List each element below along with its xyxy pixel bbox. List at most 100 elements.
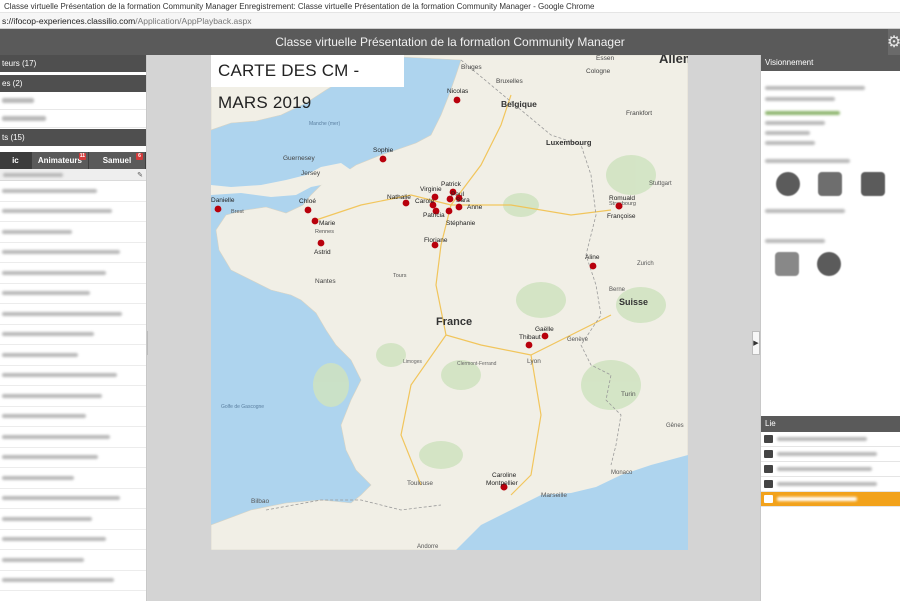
list-item[interactable] xyxy=(761,462,900,477)
tab-label: ic xyxy=(12,156,19,165)
forest-area xyxy=(581,360,641,410)
chat-tabs: ic Animateurs 11 Samuel 6 xyxy=(0,152,146,169)
forest-area xyxy=(419,441,463,469)
map-place-label: Brest xyxy=(231,209,244,215)
map-place-label: Bilbao xyxy=(251,498,269,505)
list-item-selected[interactable] xyxy=(761,492,900,507)
chat-message xyxy=(0,571,146,591)
list-item[interactable] xyxy=(0,92,146,110)
marker-label: Montpellier xyxy=(486,480,519,487)
section-header-animateurs[interactable]: es (2) xyxy=(0,75,146,92)
section-label: ts (15) xyxy=(2,133,25,142)
section-header-participants[interactable]: ts (15) xyxy=(0,129,146,146)
settings-gear-icon[interactable]: ⚙ xyxy=(887,29,900,55)
marker-label: Aline xyxy=(585,254,600,261)
chat-toolbar: ✎ xyxy=(0,169,146,181)
marker-dot xyxy=(311,217,319,225)
visionnement-header: Visionnement xyxy=(761,55,900,71)
tab-label: Samuel xyxy=(102,156,132,165)
map-place-label: Monaco xyxy=(611,470,633,476)
map-place-label: Lyon xyxy=(527,358,541,365)
session-title: Classe virtuelle Présentation de la form… xyxy=(275,35,625,49)
marker-label: Chloé xyxy=(299,198,316,205)
map-place-label: Stuttgart xyxy=(649,181,672,187)
marker-dot xyxy=(615,202,623,210)
list-item[interactable] xyxy=(0,110,146,128)
map-place-label: Belgique xyxy=(501,99,537,109)
tab-public[interactable]: ic xyxy=(0,152,32,169)
chat-message xyxy=(0,222,146,243)
tab-samuel[interactable]: Samuel 6 xyxy=(88,152,146,169)
marker-label: Romuald xyxy=(609,195,635,202)
map-place-label: Luxembourg xyxy=(546,138,592,147)
marker-label: Nicolas xyxy=(447,88,469,95)
address-bar[interactable]: s://ifocop-experiences.classilio.com/App… xyxy=(0,13,900,29)
marker-label: Carole xyxy=(415,198,435,205)
slide-view-icon[interactable] xyxy=(860,172,885,196)
map-place-label: Tours xyxy=(393,273,407,279)
collapse-right-handle[interactable]: ▶ xyxy=(752,331,760,355)
grid-view-icon[interactable] xyxy=(818,172,843,196)
marker-label: Sophie xyxy=(373,147,394,154)
map-place-label: Berne xyxy=(609,287,626,293)
camera-view-icon[interactable] xyxy=(776,172,801,196)
forest-area xyxy=(376,343,406,367)
window-titlebar: Classe virtuelle Présentation de la form… xyxy=(0,0,900,13)
marker-label: Nathalie xyxy=(387,194,411,201)
map-place-label: Limoges xyxy=(403,359,422,365)
chat-message xyxy=(0,181,146,202)
record-icon[interactable] xyxy=(817,252,841,276)
map-place-label: Cologne xyxy=(586,68,611,75)
section-header-participants[interactable]: teurs (17) xyxy=(0,55,146,72)
map-place-label: Manche (mer) xyxy=(309,121,340,127)
chat-message xyxy=(0,530,146,550)
forest-area xyxy=(313,363,349,407)
map-place-label: Andorre xyxy=(417,544,439,550)
list-item[interactable] xyxy=(761,447,900,462)
slide-title: CARTE DES CM - MARS 2019 xyxy=(211,55,404,112)
marker-label: Gaëlle xyxy=(535,326,554,333)
map-place-label: Golfe de Gascogne xyxy=(221,404,264,410)
list-header: Lie xyxy=(761,416,900,432)
chat-message xyxy=(0,550,146,571)
map-place-label: Nantes xyxy=(315,278,336,285)
chat-message xyxy=(0,489,146,509)
chat-message xyxy=(0,284,146,304)
unread-badge: 11 xyxy=(78,153,86,160)
visionnement-panel: Visionnement Lie xyxy=(760,55,900,601)
chat-message xyxy=(0,202,146,222)
marker-label: Virginie xyxy=(420,186,442,193)
list-item[interactable] xyxy=(761,477,900,492)
marker-dot xyxy=(304,206,312,214)
list-item[interactable] xyxy=(761,432,900,447)
map-place-label: Rennes xyxy=(315,229,334,235)
marker-label: Patrick xyxy=(441,181,462,188)
marker-dot xyxy=(445,207,453,215)
forest-area xyxy=(516,282,566,318)
tab-animateurs[interactable]: Animateurs 11 xyxy=(31,152,89,169)
app-header: Classe virtuelle Présentation de la form… xyxy=(0,29,900,55)
panel-title: Visionnement xyxy=(765,58,814,67)
map-place-label: Allem xyxy=(659,55,688,66)
slide-map: Allem Belgique Luxembourg Suisse Bruges Bruxe… xyxy=(211,55,688,550)
marker-label: Thibaut xyxy=(519,334,541,341)
unread-badge: 6 xyxy=(136,153,143,160)
url-path: /Application/AppPlayback.aspx xyxy=(135,16,252,26)
marker-label: Patricia xyxy=(423,212,445,219)
chat-message xyxy=(0,386,146,407)
marker-label: Astrid xyxy=(314,249,331,256)
attach-icon[interactable]: ✎ xyxy=(137,171,143,179)
marker-label: Sara xyxy=(456,197,470,204)
panel-title: Lie xyxy=(765,419,776,428)
france-map: Allem Belgique Luxembourg Suisse Bruges Bruxe… xyxy=(211,55,688,550)
marker-label: Caroline xyxy=(492,472,517,479)
marker-label: Stéphanie xyxy=(446,220,476,227)
map-place-label: Gênes xyxy=(666,423,684,429)
share-icon[interactable] xyxy=(775,252,799,276)
url-host: s://ifocop-experiences.classilio.com xyxy=(2,16,136,26)
marker-dot xyxy=(541,332,549,340)
map-country-label: France xyxy=(436,316,472,328)
map-place-label: Jersey xyxy=(301,170,321,177)
tab-label: Animateurs xyxy=(37,156,82,165)
map-place-label: Zurich xyxy=(637,261,654,267)
